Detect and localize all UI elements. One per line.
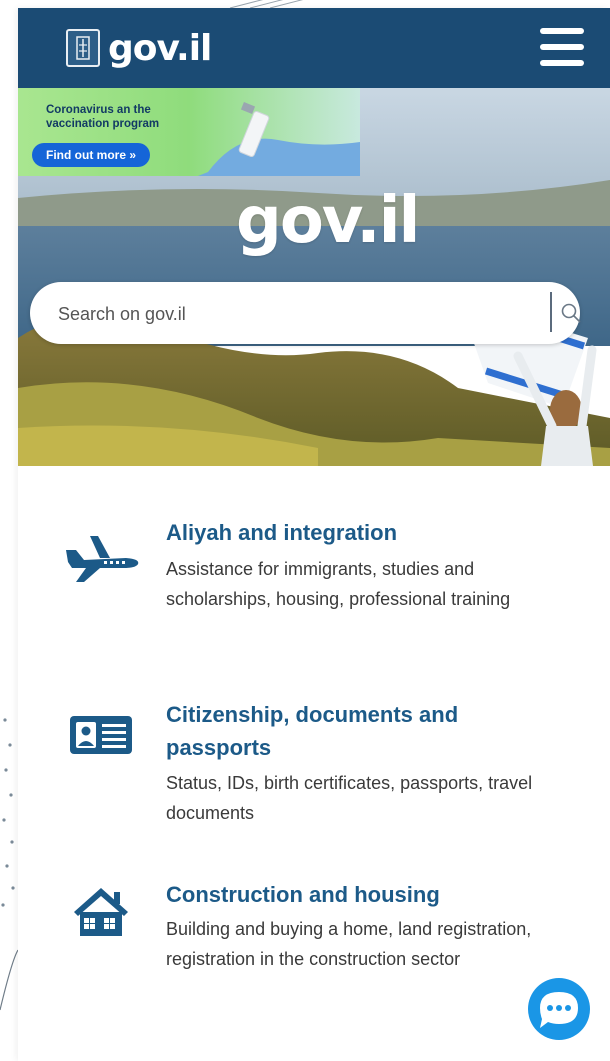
vaccine-vial-icon xyxy=(198,102,360,176)
category-description: Building and buying a home, land registr… xyxy=(166,919,532,969)
category-title[interactable]: Construction and housing xyxy=(166,878,556,911)
vaccination-banner[interactable]: Coronavirus an the vaccination program F… xyxy=(18,88,360,176)
hero-logo: gov.il xyxy=(236,184,420,258)
header-bar: gov.il xyxy=(18,8,610,88)
category-title[interactable]: Aliyah and integration xyxy=(166,516,556,549)
find-out-more-button[interactable]: Find out more » xyxy=(32,143,150,167)
search-input[interactable] xyxy=(56,294,530,334)
category-title[interactable]: Citizenship, documents and passports xyxy=(166,698,556,764)
airplane-icon xyxy=(66,536,139,582)
mobile-page: gov.il Coronavirus an the vaccination pr… xyxy=(18,8,610,1061)
search-icon[interactable] xyxy=(560,302,582,324)
category-description: Assistance for immigrants, studies and s… xyxy=(166,559,511,609)
hamburger-menu-icon[interactable] xyxy=(540,28,584,66)
search-divider xyxy=(550,292,552,332)
id-card-icon xyxy=(70,716,132,754)
search-bar xyxy=(30,282,582,344)
house-icon xyxy=(74,888,128,936)
logo-text: gov.il xyxy=(108,27,212,69)
site-logo[interactable]: gov.il xyxy=(66,26,212,70)
state-emblem-icon xyxy=(66,29,100,67)
category-description: Status, IDs, birth certificates, passpor… xyxy=(166,773,533,823)
hero-section: Coronavirus an the vaccination program F… xyxy=(18,88,610,466)
banner-text: Coronavirus an the vaccination program xyxy=(46,104,160,130)
chat-bubble-icon[interactable] xyxy=(528,978,590,1040)
